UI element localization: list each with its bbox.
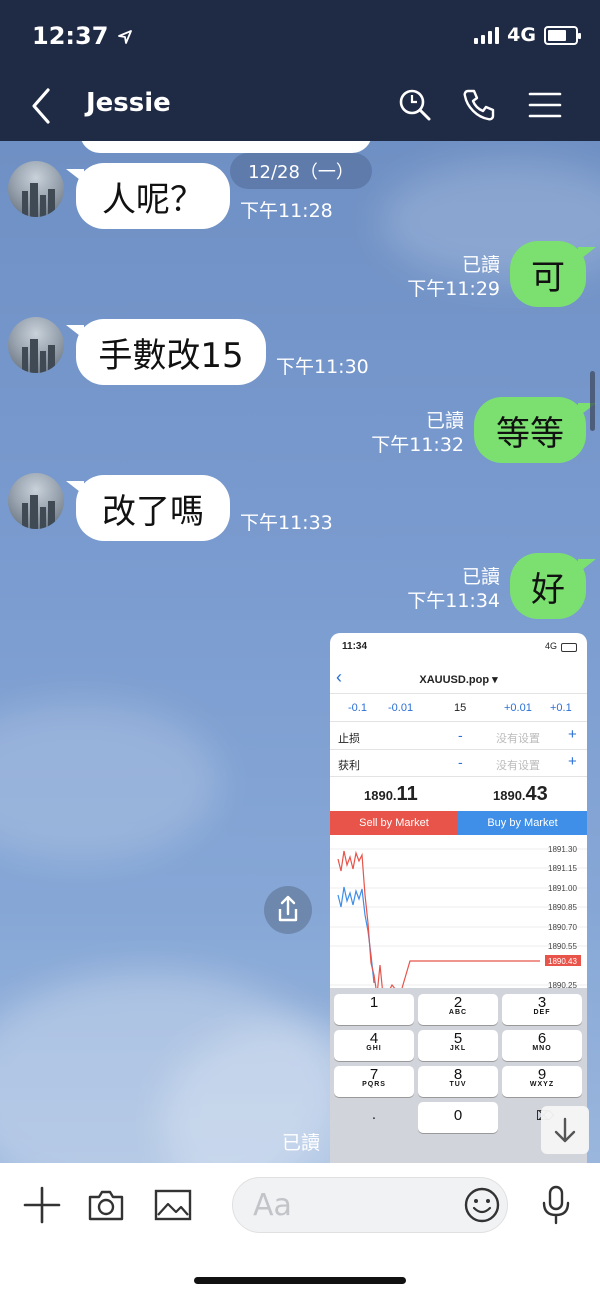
- not-set-label: 没有设置: [496, 760, 540, 772]
- image-status-bar: 11:34 4G: [330, 641, 587, 657]
- volume-value: 15: [454, 702, 467, 714]
- read-receipt: 已讀: [461, 566, 500, 588]
- stop-loss-label: 止损: [338, 733, 360, 745]
- message-placeholder: Aa: [253, 1187, 292, 1223]
- key: 6 MNO: [502, 1030, 582, 1061]
- read-receipt: 已讀: [461, 254, 500, 276]
- key: 3 DEF: [502, 994, 582, 1025]
- message-time: 下午11:29: [407, 278, 500, 300]
- chat-title: Jessie: [86, 88, 171, 118]
- plus-label: +: [568, 753, 577, 770]
- battery-icon: [544, 25, 581, 45]
- message-bubble[interactable]: 等等: [474, 397, 596, 463]
- message-bubble[interactable]: 手數改15: [66, 319, 266, 385]
- message-bubble[interactable]: 改了嗎: [66, 475, 230, 541]
- key: 2 ABC: [418, 994, 498, 1025]
- message-time: 下午11:30: [276, 356, 369, 378]
- sell-price: 1890.11: [364, 783, 418, 805]
- step-label: +0.01: [504, 702, 532, 714]
- previous-message-bubble: [80, 141, 372, 153]
- status-time: 12:37: [32, 22, 133, 50]
- network-label: 4G: [507, 24, 536, 46]
- image-status-time: 11:34: [342, 641, 368, 652]
- chat-area[interactable]: 12/28（一） 人呢？ 下午11:28 已讀 下午11:29 可 手數改15 …: [0, 141, 600, 1163]
- location-arrow-icon: [117, 30, 132, 44]
- image-take-profit-row: 获利 - 没有设置 +: [330, 750, 587, 777]
- buy-by-market: Buy by Market: [458, 811, 587, 835]
- emoji-icon[interactable]: [462, 1185, 502, 1225]
- home-indicator[interactable]: [194, 1277, 406, 1284]
- key: 5 JKL: [418, 1030, 498, 1061]
- image-network-label: 4G: [544, 641, 557, 651]
- date-separator: 12/28（一）: [230, 153, 372, 189]
- chart-tick: 1891.00: [548, 884, 577, 893]
- minus-label: -: [458, 754, 463, 770]
- message-bubble[interactable]: 人呢？: [66, 163, 230, 229]
- minus-label: -: [458, 727, 463, 743]
- share-icon: [278, 895, 298, 922]
- plus-label: +: [568, 726, 577, 743]
- image-battery-icon: [561, 643, 577, 652]
- step-label: -0.01: [388, 702, 414, 714]
- image-message[interactable]: 11:34 4G ‹ XAUUSD.pop ▾ -0.1 -0.01 15 +0…: [330, 633, 587, 1163]
- status-clock: 12:37: [32, 22, 109, 50]
- read-receipt: 已讀: [425, 410, 464, 432]
- scroll-down-icon: [554, 1117, 576, 1143]
- chat-header: 12:37 4G Jessie: [0, 0, 600, 141]
- key: 4 GHI: [334, 1030, 414, 1061]
- status-indicators: 4G: [474, 24, 581, 46]
- plus-icon[interactable]: [22, 1185, 62, 1225]
- image-volume-steps: -0.1 -0.01 15 +0.01 +0.1: [330, 695, 587, 722]
- chart-tick: 1890.70: [548, 923, 577, 932]
- avatar[interactable]: [8, 317, 64, 373]
- search-icon[interactable]: [396, 86, 434, 124]
- avatar[interactable]: [8, 161, 64, 217]
- phone-icon[interactable]: [460, 86, 498, 124]
- read-receipt: 已讀: [281, 1132, 320, 1154]
- step-label: -0.1: [348, 702, 367, 714]
- step-label: +0.1: [550, 702, 572, 714]
- back-icon[interactable]: [26, 86, 56, 126]
- chart-tick: 1891.15: [548, 864, 577, 873]
- message-time: 下午11:32: [371, 434, 464, 456]
- image-nav-bar: ‹ XAUUSD.pop ▾: [330, 663, 587, 694]
- key: 0: [418, 1102, 498, 1133]
- chart-tick: 1890.85: [548, 903, 577, 912]
- signal-icon: [474, 26, 500, 44]
- chart-tick: 1890.55: [548, 942, 577, 951]
- key: 8 TUV: [418, 1066, 498, 1097]
- message-time: 下午11:33: [240, 512, 333, 534]
- sell-by-market: Sell by Market: [330, 811, 458, 835]
- image-symbol-title: XAUUSD.pop ▾: [419, 674, 498, 686]
- scroll-down-button[interactable]: [541, 1106, 589, 1154]
- mic-icon[interactable]: [538, 1183, 574, 1227]
- image-prices: 1890.11 1890.43: [330, 779, 587, 809]
- avatar[interactable]: [8, 473, 64, 529]
- image-icon[interactable]: [152, 1185, 194, 1225]
- key: 1: [334, 994, 414, 1025]
- message-time: 下午11:34: [407, 590, 500, 612]
- buy-price: 1890.43: [493, 783, 548, 805]
- not-set-label: 没有设置: [496, 733, 540, 745]
- key: 9 WXYZ: [502, 1066, 582, 1097]
- scrollbar[interactable]: [590, 371, 595, 431]
- message-bubble[interactable]: 好: [510, 553, 596, 619]
- message-composer: Aa: [0, 1163, 600, 1299]
- camera-icon[interactable]: [86, 1185, 126, 1225]
- image-price-chart: 1891.30 1891.15 1891.00 1890.85 1890.70 …: [330, 845, 587, 995]
- key: 7 PQRS: [334, 1066, 414, 1097]
- key: .: [371, 1106, 377, 1123]
- message-bubble[interactable]: 可: [510, 241, 596, 307]
- menu-icon[interactable]: [526, 86, 564, 124]
- chart-tick: 1891.30: [548, 845, 577, 854]
- take-profit-label: 获利: [338, 760, 360, 772]
- current-price-tag: 1890.43: [548, 957, 577, 966]
- share-button[interactable]: [264, 886, 312, 934]
- image-stop-loss-row: 止损 - 没有设置 +: [330, 723, 587, 750]
- message-time: 下午11:28: [240, 200, 333, 222]
